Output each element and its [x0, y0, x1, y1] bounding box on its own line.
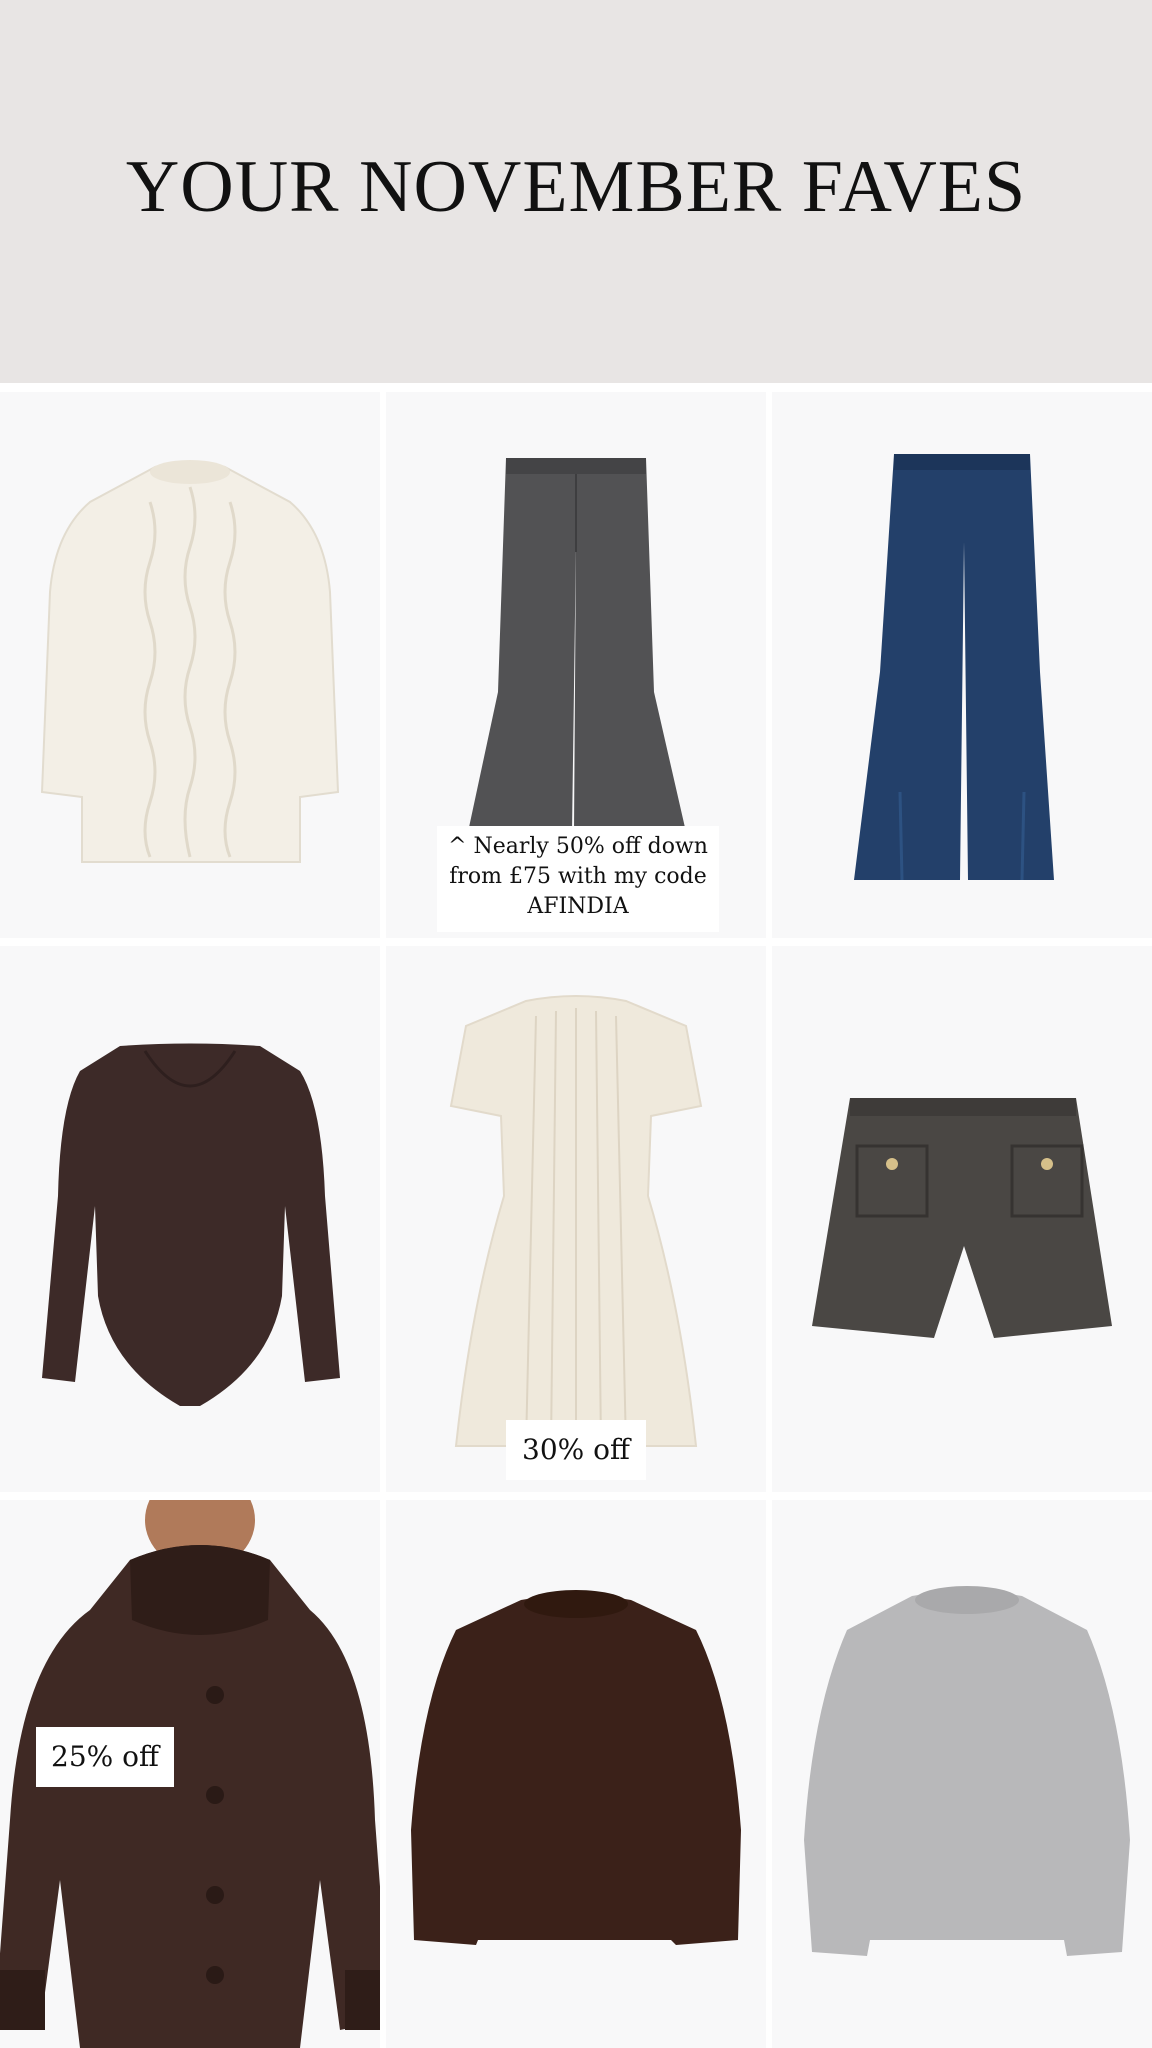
product-tile-bodysuit[interactable]: [0, 946, 380, 1492]
sweater-dress-image: [40, 460, 340, 863]
product-tile-sweater-dress[interactable]: [0, 392, 380, 938]
product-tile-blue-jeans[interactable]: [772, 392, 1152, 938]
grey-sweater-image: [804, 1586, 1130, 1956]
product-tile-brown-sweater[interactable]: [386, 1500, 766, 2048]
brown-sweater-image: [411, 1590, 741, 1945]
bodysuit-image: [42, 1043, 340, 1406]
jacket-discount-label: 25% off: [36, 1727, 174, 1787]
page-title: YOUR NOVEMBER FAVES: [125, 146, 1027, 228]
hero-banner: YOUR NOVEMBER FAVES: [0, 0, 1152, 383]
product-tile-knit-dress[interactable]: [386, 946, 766, 1492]
blue-jeans-image: [854, 454, 1054, 881]
dress-discount-label: 30% off: [506, 1420, 646, 1480]
product-tile-grey-sweater[interactable]: [772, 1500, 1152, 2048]
jeans-discount-label: ^ Nearly 50% off down from £75 with my c…: [437, 826, 719, 932]
knit-dress-image: [449, 995, 703, 1447]
tweed-shorts-image: [812, 1098, 1112, 1338]
product-tile-tweed-shorts[interactable]: [772, 946, 1152, 1492]
